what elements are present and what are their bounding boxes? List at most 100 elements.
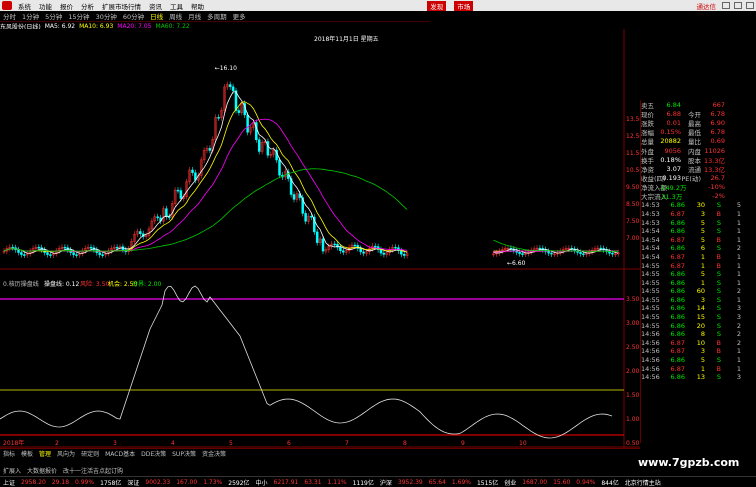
month-tick-label: 7: [345, 440, 349, 447]
quote-value: -31.3万: [659, 193, 683, 202]
tick-count: 3: [736, 373, 741, 382]
tick-price: 6.86: [670, 373, 685, 382]
quote-value2: 6.90: [710, 118, 725, 127]
menu-item-analysis[interactable]: 分析: [81, 1, 94, 11]
period-tab[interactable]: 15分钟: [68, 11, 89, 21]
index-value: 2958.20: [21, 478, 46, 486]
menu-item-quote[interactable]: 报价: [60, 1, 73, 11]
candle-body: [339, 247, 342, 251]
tick-side: S: [716, 227, 721, 236]
menu-item-system[interactable]: 系统: [18, 1, 31, 11]
period-tab[interactable]: 30分钟: [96, 11, 117, 21]
indicator-tab[interactable]: SUP决策: [172, 449, 196, 458]
period-tab[interactable]: 分时: [3, 11, 16, 21]
tick-side: S: [716, 278, 721, 287]
tick-side: S: [716, 330, 721, 339]
quote-value2: -10%: [708, 183, 725, 192]
extension-tab[interactable]: 扩展入: [3, 466, 21, 475]
candle-body: [23, 254, 26, 256]
tick-count: 3: [736, 313, 741, 322]
menu-item-ext-market[interactable]: 扩展市场行情: [102, 1, 141, 11]
candle-body: [333, 243, 336, 246]
index-value: 9002.33: [145, 478, 171, 486]
index-value: 1.73%: [203, 478, 223, 486]
tick-volume: 1: [700, 364, 705, 373]
tick-side: S: [716, 304, 721, 313]
tick-time: 14:56: [641, 356, 660, 365]
extension-tab[interactable]: 改十一注活吉点起订购: [63, 466, 123, 475]
kline-chart[interactable]: 13.50 12.50 11.50 10.50 9.50 8.50 7.50 7.00 3.50…: [0, 29, 640, 448]
price-tick-label: 10.50: [626, 167, 640, 174]
tick-row: 14:55 6.86 20 S 2: [641, 321, 756, 330]
period-tab[interactable]: 日线: [150, 11, 163, 21]
indicator-tab[interactable]: 指标: [3, 449, 15, 458]
indicator-tab[interactable]: 风向为: [57, 449, 75, 458]
indicator-tab[interactable]: 研定则: [81, 449, 99, 458]
menu-item-market[interactable]: 市场: [454, 0, 474, 11]
candle-body: [11, 246, 14, 249]
tick-volume: 5: [700, 270, 705, 279]
tick-price: 6.87: [670, 209, 685, 218]
tick-count: 1: [736, 270, 741, 279]
price-tick-label: 7.00: [626, 235, 640, 242]
tick-count: 5: [736, 201, 741, 210]
tick-row: 14:55 6.86 60 S 2: [641, 287, 756, 296]
tick-side: S: [716, 313, 721, 322]
quote-value2: 26.7: [710, 174, 725, 183]
candle-body: [176, 189, 180, 192]
index-value: 2592亿: [228, 479, 250, 487]
menu-item-tools[interactable]: 工具: [170, 1, 183, 11]
menu-item-function[interactable]: 功能: [39, 1, 52, 11]
period-tab[interactable]: 周线: [169, 11, 182, 21]
tick-count: 1: [736, 235, 741, 244]
tick-volume: 60: [696, 287, 705, 296]
tick-side: B: [716, 364, 721, 373]
indicator-tabs: 指标 模板 管理 风向为 研定则 MACD基本 DDE决策 SUP决策 资金决策: [0, 448, 640, 458]
tick-time: 14:54: [641, 252, 660, 261]
indicator-tab[interactable]: 资金决策: [202, 449, 226, 458]
indicator-tab[interactable]: 模板: [21, 449, 33, 458]
period-tab[interactable]: 更多: [233, 11, 246, 21]
period-tab[interactable]: 多周期: [207, 11, 227, 21]
tick-time: 14:56: [641, 347, 660, 356]
price-tick-label: 12.50: [626, 133, 640, 140]
indicator-tab[interactable]: MACD基本: [105, 449, 135, 458]
candle-body: [538, 247, 542, 250]
tick-count: 1: [736, 278, 741, 287]
quote-value: 6.84: [666, 100, 681, 109]
candle-body: [217, 117, 220, 119]
extension-tab[interactable]: 大数据报价: [27, 466, 57, 475]
tick-time: 14:56: [641, 364, 660, 373]
period-tab[interactable]: 1分钟: [22, 11, 39, 21]
tick-price: 6.86: [670, 313, 685, 322]
tick-side: B: [716, 338, 721, 347]
index-value: 1687.00: [522, 478, 548, 486]
quote-value: 6.88: [666, 109, 681, 118]
minimize-icon[interactable]: [722, 2, 730, 9]
indicator-tab[interactable]: 管理: [39, 449, 51, 458]
tick-time: 14:55: [641, 278, 660, 287]
tick-side: S: [716, 295, 721, 304]
quote-panel: 卖五 6.84 667 现价 6.88 今开 6.78 涨跌 0.01 最高 6.90 涨幅 0.15%…: [640, 100, 756, 443]
candle-body: [304, 213, 307, 222]
tick-count: 1: [736, 252, 741, 261]
close-icon[interactable]: [746, 2, 754, 9]
indicator-tab[interactable]: DDE决策: [141, 449, 166, 458]
period-tab[interactable]: 5分钟: [45, 11, 62, 21]
tick-row: 14:55 6.86 3 S 1: [641, 296, 756, 305]
menu-item-discover[interactable]: 发现: [427, 0, 447, 11]
tick-side: S: [716, 356, 721, 365]
tick-count: 2: [736, 244, 741, 253]
period-tab[interactable]: 60分钟: [123, 11, 144, 21]
menu-item-info[interactable]: 资讯: [149, 1, 162, 11]
indicator-tick-label: 3.50: [626, 296, 640, 303]
extension-tabs: 扩展入 大数据报价 改十一注活吉点起订购: [0, 466, 640, 475]
tick-time: 14:55: [641, 313, 660, 322]
tick-side: S: [716, 321, 721, 330]
maximize-icon[interactable]: [734, 2, 742, 9]
tick-volume: 6: [700, 244, 705, 253]
app-logo-icon[interactable]: [2, 1, 12, 10]
period-tab[interactable]: 月线: [188, 11, 201, 21]
tick-price: 6.87: [670, 338, 685, 347]
menu-item-help[interactable]: 帮助: [191, 1, 204, 11]
